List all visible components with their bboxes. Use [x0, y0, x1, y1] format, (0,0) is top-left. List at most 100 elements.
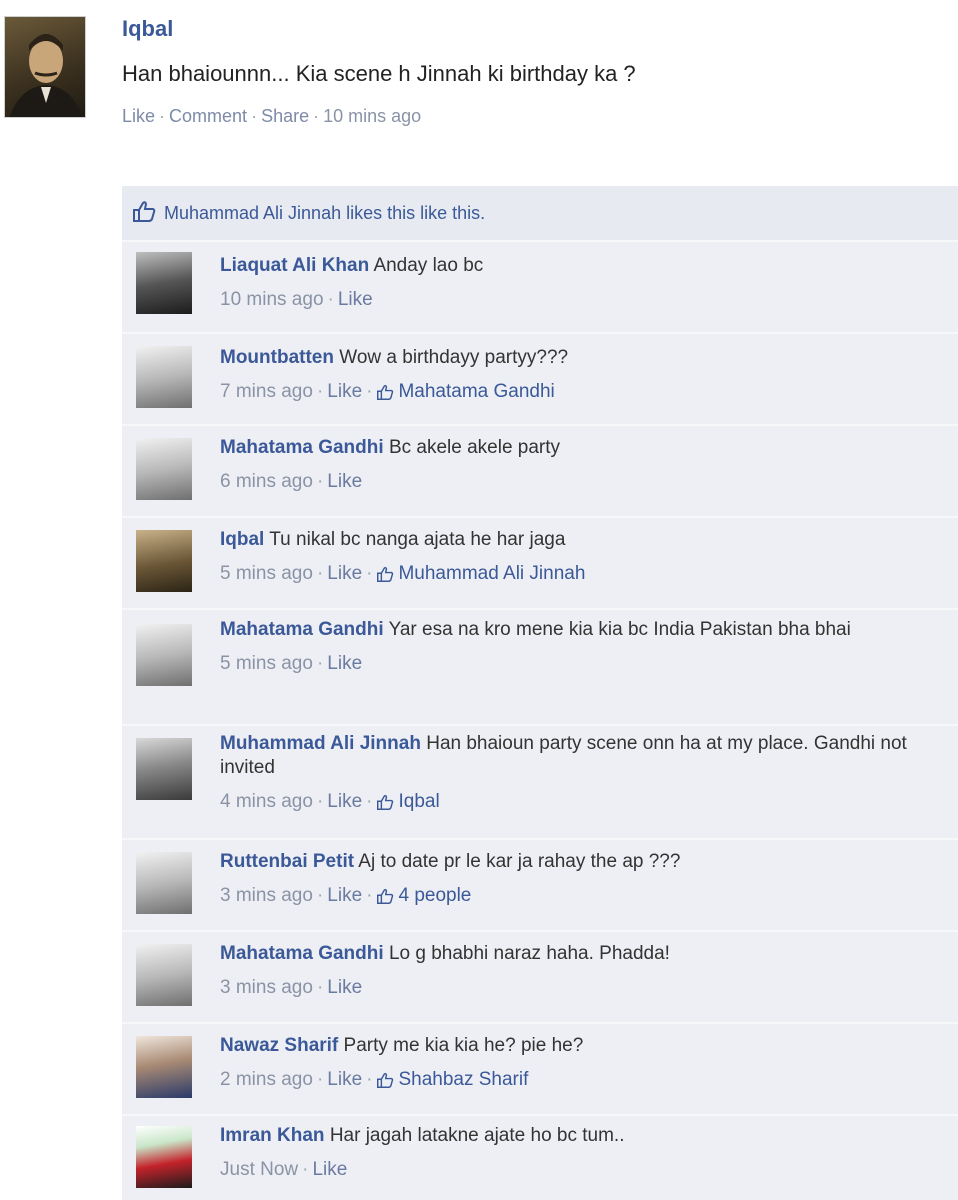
comment-item: Nawaz Sharif Party me kia kia he? pie he…: [122, 1024, 958, 1116]
separator: ·: [327, 289, 334, 310]
comment-body: Iqbal Tu nikal bc nanga ajata he har jag…: [220, 528, 958, 589]
separator: ·: [316, 653, 324, 674]
comment-item: Ruttenbai Petit Aj to date pr le kar ja …: [122, 840, 958, 932]
comment-body: Mountbatten Wow a birthdayy partyy??? 7 …: [220, 346, 958, 407]
comment-liker[interactable]: Iqbal: [398, 791, 439, 812]
separator: ·: [316, 1069, 324, 1090]
thumbs-up-icon: [376, 1071, 394, 1095]
separator: ·: [366, 885, 373, 906]
post-like-link[interactable]: Like: [122, 106, 155, 126]
likes-summary: Muhammad Ali Jinnah likes this like this…: [122, 186, 958, 242]
comment-item: Imran Khan Har jagah latakne ajate ho bc…: [122, 1116, 958, 1200]
commenter-name[interactable]: Iqbal: [220, 529, 264, 550]
comment-body: Imran Khan Har jagah latakne ajate ho bc…: [220, 1124, 958, 1182]
comment-like-link[interactable]: Like: [327, 471, 362, 492]
commenter-name[interactable]: Liaquat Ali Khan: [220, 255, 369, 276]
comment-time[interactable]: 7 mins ago: [220, 381, 313, 402]
post-author-name[interactable]: Iqbal: [122, 14, 942, 44]
comment-text: Lo g bhabhi naraz haha. Phadda!: [388, 943, 670, 964]
commenter-name[interactable]: Mahatama Gandhi: [220, 437, 384, 458]
comment-like-link[interactable]: Like: [338, 289, 373, 310]
comment-text: Anday lao bc: [373, 255, 484, 276]
commenter-avatar[interactable]: [136, 530, 192, 592]
separator: ·: [366, 791, 373, 812]
commenter-avatar[interactable]: [136, 738, 192, 800]
commenter-avatar[interactable]: [136, 944, 192, 1006]
post-comment-link[interactable]: Comment: [169, 106, 247, 126]
separator: ·: [316, 977, 324, 998]
commenter-avatar[interactable]: [136, 1126, 192, 1188]
commenter-avatar[interactable]: [136, 852, 192, 914]
separator: ·: [316, 471, 324, 492]
comment-item: Mahatama Gandhi Yar esa na kro mene kia …: [122, 610, 958, 726]
post-share-link[interactable]: Share: [261, 106, 309, 126]
comment-body: Mahatama Gandhi Yar esa na kro mene kia …: [220, 618, 958, 676]
comment-time[interactable]: 2 mins ago: [220, 1069, 313, 1090]
thumbs-up-icon: [376, 383, 394, 407]
comment-text: Bc akele akele party: [388, 437, 561, 458]
comments-box: Muhammad Ali Jinnah likes this like this…: [122, 186, 958, 1200]
separator: ·: [366, 563, 373, 584]
comment-body: Ruttenbai Petit Aj to date pr le kar ja …: [220, 850, 958, 911]
comment-body: Mahatama Gandhi Lo g bhabhi naraz haha. …: [220, 942, 958, 1000]
comment-liker[interactable]: Muhammad Ali Jinnah: [398, 563, 585, 584]
commenter-name[interactable]: Mountbatten: [220, 347, 334, 368]
separator: ·: [366, 381, 373, 402]
commenter-name[interactable]: Imran Khan: [220, 1125, 325, 1146]
commenter-avatar[interactable]: [136, 624, 192, 686]
commenter-avatar[interactable]: [136, 252, 192, 314]
separator: ·: [316, 563, 324, 584]
post-timestamp[interactable]: 10 mins ago: [323, 106, 421, 126]
comment-item: Muhammad Ali Jinnah Han bhaioun party sc…: [122, 726, 958, 840]
comment-body: Mahatama Gandhi Bc akele akele party 6 m…: [220, 436, 958, 494]
separator: ·: [316, 885, 324, 906]
commenter-avatar[interactable]: [136, 438, 192, 500]
commenter-avatar[interactable]: [136, 346, 192, 408]
separator: ·: [366, 1069, 373, 1090]
facebook-post: Iqbal Han bhaiounnn... Kia scene h Jinna…: [0, 0, 958, 1200]
comment-like-link[interactable]: Like: [327, 977, 362, 998]
separator: ·: [159, 106, 166, 126]
comment-time[interactable]: 3 mins ago: [220, 885, 313, 906]
comment-like-link[interactable]: Like: [327, 1069, 362, 1090]
thumbs-up-icon: [376, 887, 394, 911]
comment-time[interactable]: 5 mins ago: [220, 563, 313, 584]
comment-like-link[interactable]: Like: [327, 653, 362, 674]
comment-item: Liaquat Ali Khan Anday lao bc 10 mins ag…: [122, 242, 958, 334]
comment-time[interactable]: 10 mins ago: [220, 289, 324, 310]
commenter-avatar[interactable]: [136, 1036, 192, 1098]
post-actions: Like · Comment · Share · 10 mins ago: [122, 104, 942, 128]
post-author-avatar[interactable]: [4, 16, 86, 118]
comment-like-link[interactable]: Like: [312, 1159, 347, 1180]
post-text: Han bhaiounnn... Kia scene h Jinnah ki b…: [122, 61, 636, 86]
separator: ·: [302, 1159, 309, 1180]
thumbs-up-icon: [376, 793, 394, 817]
comment-time[interactable]: Just Now: [220, 1159, 298, 1180]
comment-like-link[interactable]: Like: [327, 563, 362, 584]
comment-liker[interactable]: Shahbaz Sharif: [398, 1069, 528, 1090]
comment-time[interactable]: 3 mins ago: [220, 977, 313, 998]
thumbs-up-icon: [132, 200, 156, 227]
post-body: Iqbal Han bhaiounnn... Kia scene h Jinna…: [122, 14, 942, 128]
comment-time[interactable]: 6 mins ago: [220, 471, 313, 492]
comment-like-link[interactable]: Like: [327, 381, 362, 402]
commenter-name[interactable]: Nawaz Sharif: [220, 1035, 338, 1056]
commenter-name[interactable]: Mahatama Gandhi: [220, 943, 384, 964]
comment-body: Nawaz Sharif Party me kia kia he? pie he…: [220, 1034, 958, 1095]
likes-summary-text[interactable]: Muhammad Ali Jinnah likes this like this…: [164, 203, 485, 224]
comment-liker[interactable]: Mahatama Gandhi: [398, 381, 554, 402]
comment-text: Wow a birthdayy partyy???: [339, 347, 569, 368]
comment-time[interactable]: 4 mins ago: [220, 791, 313, 812]
commenter-name[interactable]: Mahatama Gandhi: [220, 619, 384, 640]
commenter-name[interactable]: Ruttenbai Petit: [220, 851, 354, 872]
comment-liker[interactable]: 4 people: [398, 885, 471, 906]
comment-like-link[interactable]: Like: [327, 885, 362, 906]
comment-item: Mahatama Gandhi Bc akele akele party 6 m…: [122, 426, 958, 518]
comment-text: Har jagah latakne ajate ho bc tum..: [329, 1125, 625, 1146]
comment-time[interactable]: 5 mins ago: [220, 653, 313, 674]
commenter-name[interactable]: Muhammad Ali Jinnah: [220, 733, 421, 754]
separator: ·: [313, 106, 320, 126]
thumbs-up-icon: [376, 565, 394, 589]
comment-text: Tu nikal bc nanga ajata he har jaga: [269, 529, 566, 550]
comment-like-link[interactable]: Like: [327, 791, 362, 812]
